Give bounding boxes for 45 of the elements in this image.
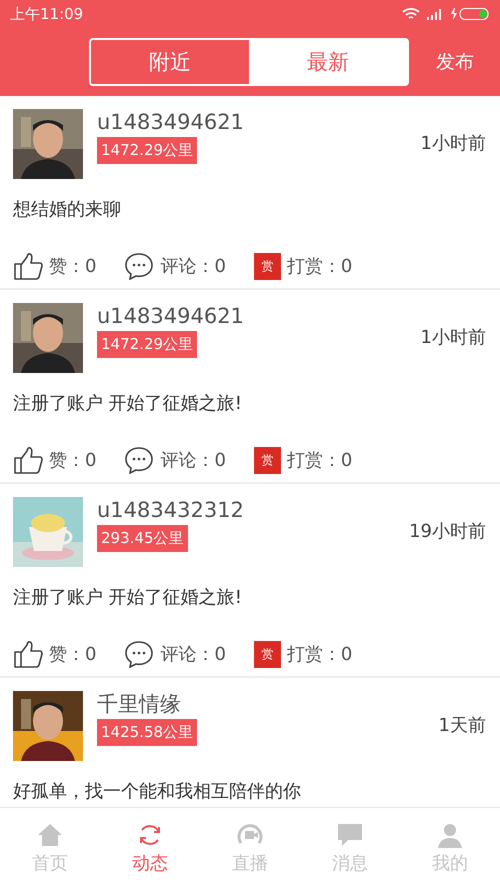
comment-count: 评论：0 [160, 255, 226, 278]
like-count: 赞：0 [49, 449, 96, 472]
header-tab[interactable]: 最新 [249, 40, 407, 84]
user-icon [436, 821, 464, 849]
distance-badge: 1472.29公里 [97, 331, 198, 358]
nav-tab[interactable]: 动态 [100, 808, 200, 888]
username: 千里情缘 [97, 691, 182, 717]
thumbs-up-icon[interactable] [13, 639, 43, 669]
header-tab[interactable]: 附近 [91, 40, 249, 84]
post-text: 注册了账户 开始了征婚之旅! [13, 586, 243, 609]
post-text: 注册了账户 开始了征婚之旅! [13, 392, 243, 415]
signal-icon [426, 8, 444, 20]
reward-badge[interactable]: 赏 [254, 446, 281, 474]
post-text: 想结婚的来聊 [13, 198, 122, 221]
post-time: 1小时前 [420, 132, 486, 155]
post-time: 19小时前 [409, 520, 486, 543]
speech-bubble-icon [336, 821, 364, 849]
distance-badge: 293.45公里 [97, 525, 188, 552]
post-time: 1天前 [438, 714, 486, 737]
like-count: 赞：0 [49, 643, 96, 666]
reward-badge[interactable]: 赏 [254, 640, 281, 668]
publish-button[interactable]: 发布 [436, 49, 474, 75]
reward-count: 打赏：0 [286, 255, 352, 278]
post-text: 好孤单，找一个能和我相互陪伴的你 [13, 780, 302, 803]
comment-count: 评论：0 [160, 449, 226, 472]
reward-badge[interactable]: 赏 [254, 252, 281, 280]
thumbs-up-icon[interactable] [13, 445, 43, 475]
reward-count: 打赏：0 [286, 643, 352, 666]
thumbs-up-icon[interactable] [13, 251, 43, 281]
wifi-icon [402, 7, 420, 21]
post-time: 1小时前 [420, 326, 486, 349]
distance-badge: 1425.58公里 [97, 719, 198, 746]
like-count: 赞：0 [49, 255, 96, 278]
speech-bubble-icon[interactable] [124, 640, 154, 668]
comment-count: 评论：0 [160, 643, 226, 666]
speech-bubble-icon[interactable] [124, 446, 154, 474]
distance-badge: 1472.29公里 [97, 137, 198, 164]
speech-bubble-icon[interactable] [124, 252, 154, 280]
home-icon [36, 821, 64, 849]
status-time: 上午11:09 [10, 4, 84, 24]
username: u1483494621 [97, 109, 245, 135]
username: u1483432312 [97, 497, 245, 523]
battery-icon [450, 7, 490, 21]
username: u1483494621 [97, 303, 245, 329]
reward-count: 打赏：0 [286, 449, 352, 472]
